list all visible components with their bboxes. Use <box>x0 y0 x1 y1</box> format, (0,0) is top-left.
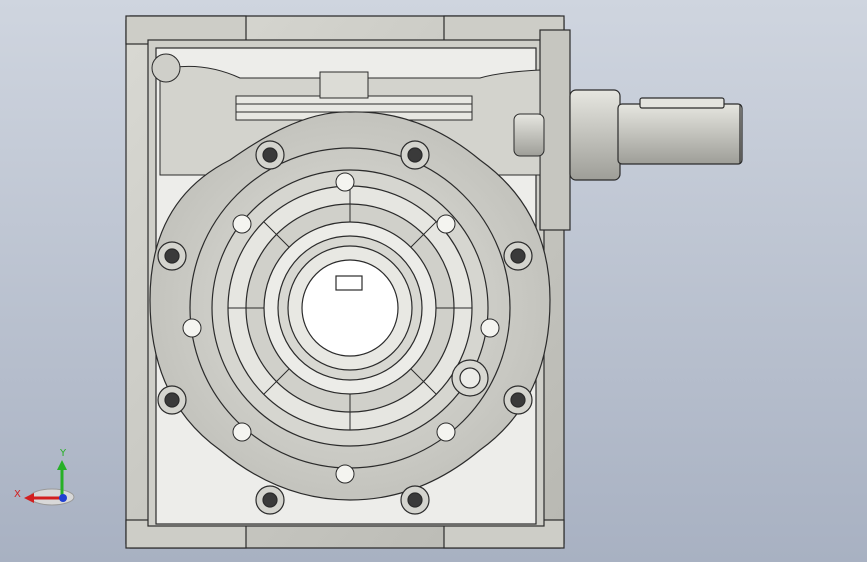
x-axis-arrow <box>24 493 34 503</box>
x-axis-label: X <box>14 489 21 500</box>
bolt <box>400 485 430 515</box>
y-axis-label: Y <box>59 448 67 459</box>
gearbox-model-view[interactable]: Y X <box>0 0 867 562</box>
bolt <box>255 140 285 170</box>
z-axis-dot <box>59 494 67 502</box>
graphics-viewport[interactable]: Y X <box>0 0 867 562</box>
bolt <box>503 241 533 271</box>
bolt <box>157 385 187 415</box>
coordinate-triad: Y X <box>14 448 75 506</box>
bolt <box>400 140 430 170</box>
bolt <box>255 485 285 515</box>
oil-plug <box>451 359 489 397</box>
bolt <box>157 241 187 271</box>
bolt <box>503 385 533 415</box>
input-shaft <box>569 89 743 181</box>
y-axis-arrow <box>57 460 67 470</box>
